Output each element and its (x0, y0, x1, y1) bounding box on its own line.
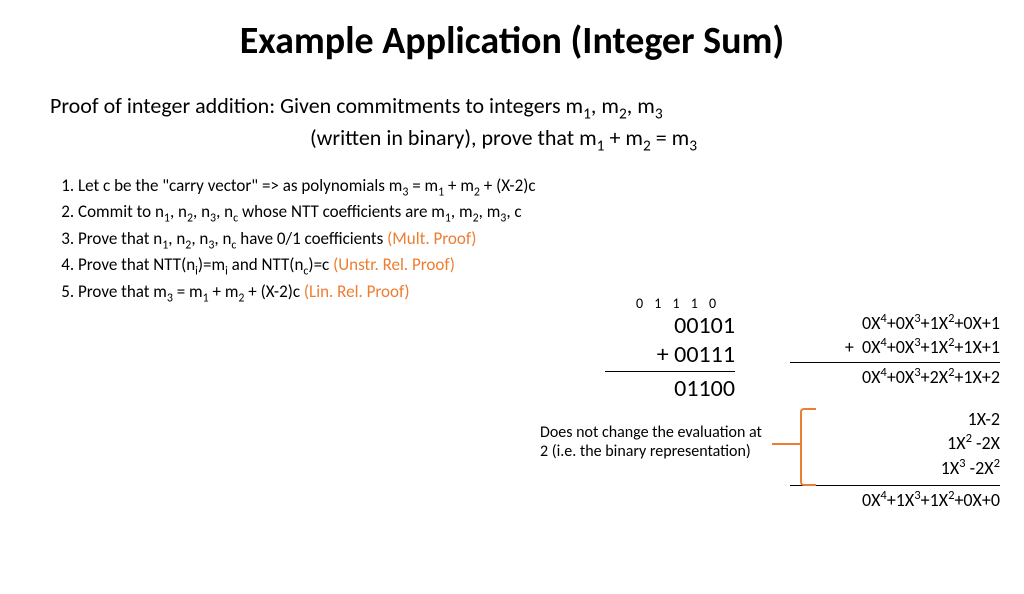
bracket-arm-icon (772, 443, 800, 445)
intro-line2: (written in binary), prove that m1 + m2 … (50, 124, 984, 156)
polynomial-addition: 0X4+0X3+1X2+0X+1 + 0X4+0X3+1X2+1X+1 0X4+… (790, 311, 1000, 389)
poly-a: 0X4+0X3+1X2+0X+1 (790, 311, 1000, 335)
bin-a: 00101 (605, 311, 735, 340)
proof-steps: Let c be the "carry vector" => as polyno… (50, 175, 1024, 306)
slide-title: Example Application (Integer Sum) (0, 18, 1024, 64)
intro-line1: Proof of integer addition: Given commitm… (50, 92, 984, 124)
bracket-icon (800, 408, 816, 486)
unstr-rel-proof-label: (Unstr. Rel. Proof) (333, 254, 455, 275)
step-5: Prove that m3 = m1 + m2 + (X-2)c (Lin. R… (78, 281, 1024, 306)
lin-rel-proof-label: (Lin. Rel. Proof) (304, 281, 410, 302)
mult-proof-label: (Mult. Proof) (387, 228, 476, 249)
bin-b: + 00111 (605, 340, 735, 369)
step-1: Let c be the "carry vector" => as polyno… (78, 175, 1024, 200)
poly-carry-subtractions: 1X-2 1X2 -2X 1X3 -2X2 (840, 408, 1000, 480)
evaluation-note: Does not change the evaluation at 2 (i.e… (540, 423, 770, 461)
step-4: Prove that NTT(ni)=mi and NTT(nc)=c (Uns… (78, 254, 1024, 279)
poly-sum: 0X4+0X3+2X2+1X+2 (790, 362, 1000, 389)
poly-result: 0X4+1X3+1X2+0X+0 (790, 485, 1000, 511)
carry-vector: 0 1 1 1 0 (636, 295, 720, 312)
intro-text: Proof of integer addition: Given commitm… (50, 92, 984, 157)
step-2: Commit to n1, n2, n3, nc whose NTT coeff… (78, 201, 1024, 226)
poly-c3: 1X3 -2X2 (840, 456, 1000, 480)
poly-c1: 1X-2 (840, 408, 1000, 431)
bin-sum: 01100 (605, 371, 735, 403)
step-3: Prove that n1, n2, n3, nc have 0/1 coeff… (78, 228, 1024, 253)
poly-c2: 1X2 -2X (840, 431, 1000, 455)
binary-addition: 00101 + 00111 01100 (605, 311, 735, 403)
poly-b: + 0X4+0X3+1X2+1X+1 (790, 335, 1000, 359)
